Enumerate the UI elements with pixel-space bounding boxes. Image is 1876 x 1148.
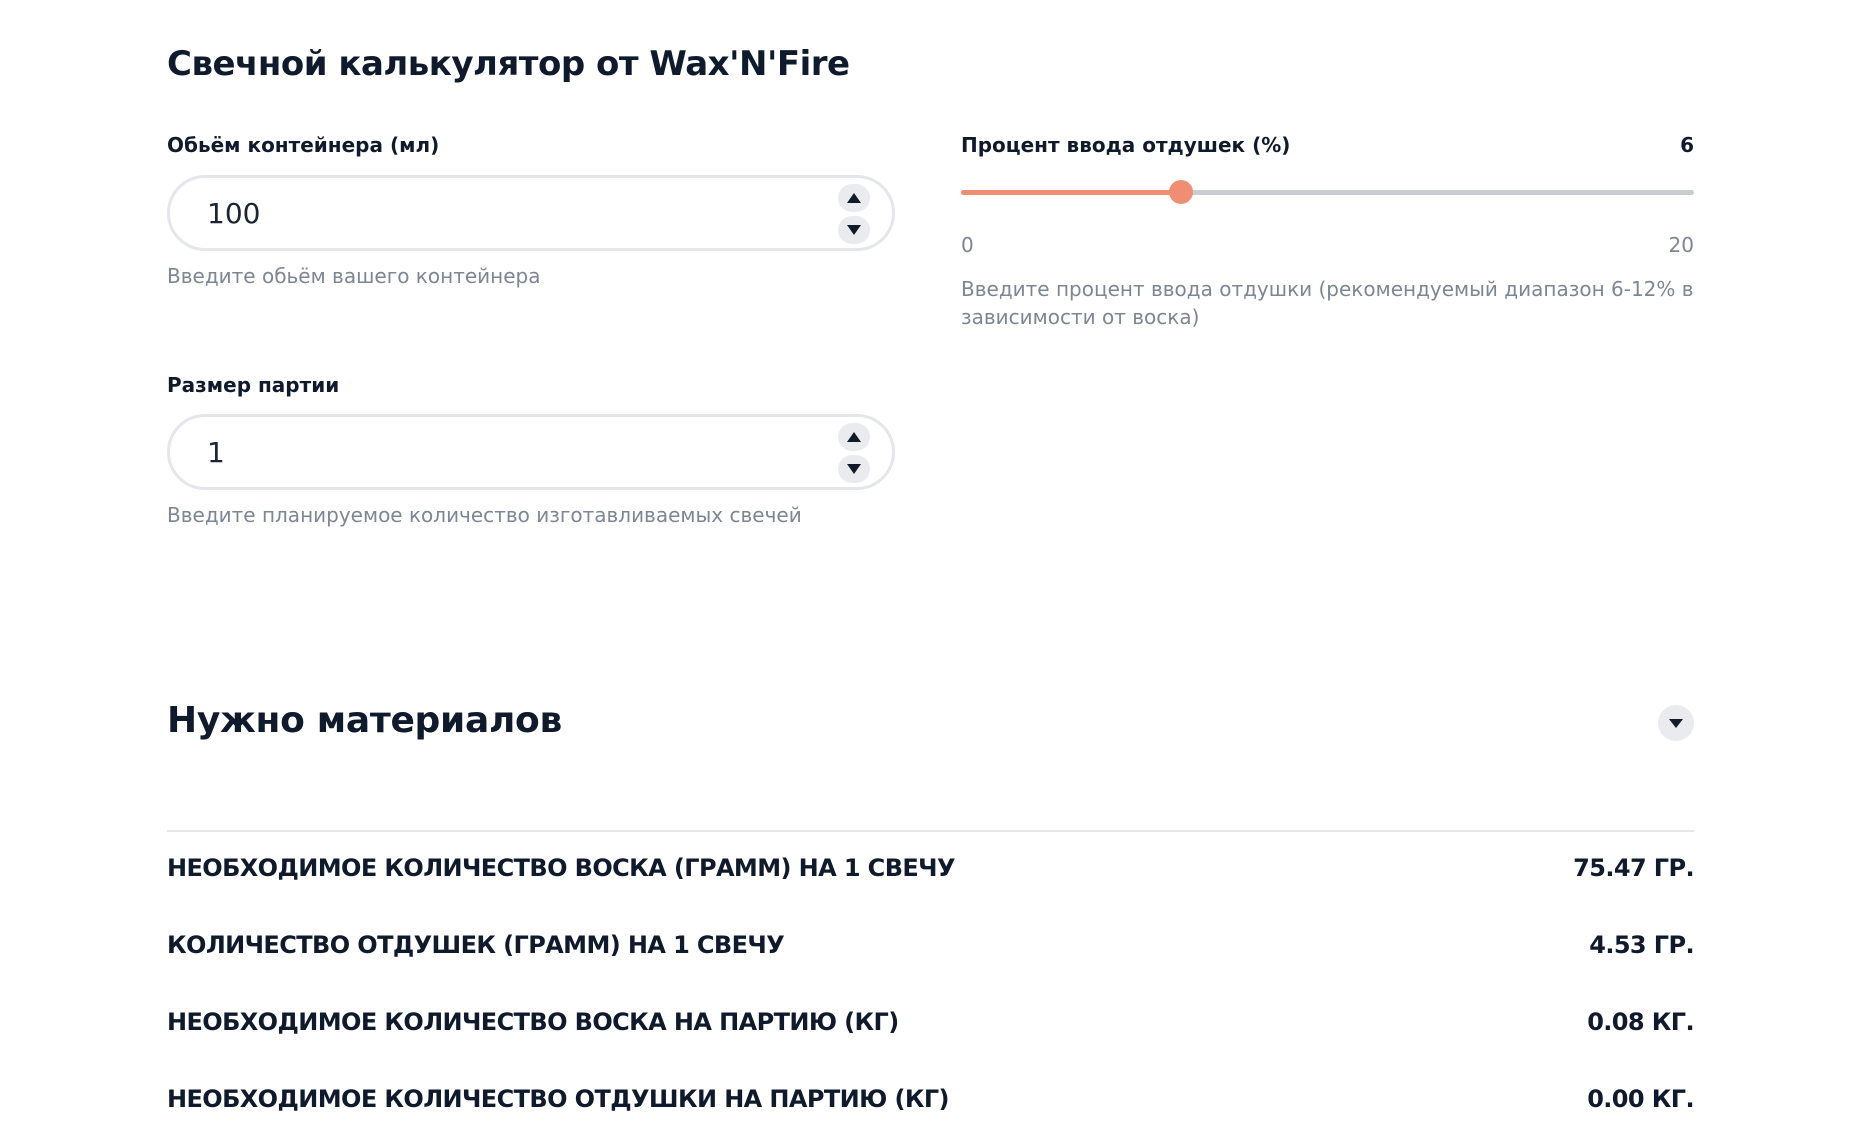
page-title: Свечной калькулятор от Wax'N'Fire [167, 44, 850, 84]
volume-increment-button[interactable] [838, 184, 870, 212]
triangle-up-icon [847, 432, 861, 442]
batch-input[interactable]: 1 [167, 414, 895, 490]
fragrance-value: 6 [1680, 133, 1694, 157]
result-row: НЕОБХОДИМОЕ КОЛИЧЕСТВО ОТДУШКИ НА ПАРТИЮ… [167, 1085, 1695, 1125]
result-value: 0.00 КГ. [1587, 1085, 1694, 1113]
volume-input[interactable]: 100 [167, 175, 895, 251]
triangle-up-icon [847, 193, 861, 203]
slider-thumb[interactable] [1168, 180, 1193, 204]
triangle-down-icon [847, 225, 861, 235]
slider-max-label: 20 [1668, 233, 1694, 257]
slider-fill [961, 190, 1181, 195]
volume-hint: Введите обьём вашего контейнера [167, 264, 541, 288]
volume-input-value[interactable]: 100 [207, 197, 260, 230]
result-value: 4.53 ГР. [1589, 931, 1694, 959]
batch-increment-button[interactable] [838, 423, 870, 451]
result-row: НЕОБХОДИМОЕ КОЛИЧЕСТВО ВОСКА НА ПАРТИЮ (… [167, 1008, 1695, 1048]
batch-hint: Введите планируемое количество изготавли… [167, 503, 802, 527]
result-row: КОЛИЧЕСТВО ОТДУШЕК (ГРАММ) НА 1 СВЕЧУ 4.… [167, 931, 1695, 971]
triangle-down-icon [847, 464, 861, 474]
materials-title: Нужно материалов [167, 700, 562, 741]
batch-input-value[interactable]: 1 [207, 436, 225, 469]
result-label: КОЛИЧЕСТВО ОТДУШЕК (ГРАММ) НА 1 СВЕЧУ [167, 931, 785, 959]
materials-collapse-button[interactable] [1658, 705, 1694, 741]
slider-min-label: 0 [961, 233, 974, 257]
volume-decrement-button[interactable] [838, 216, 870, 244]
result-label: НЕОБХОДИМОЕ КОЛИЧЕСТВО ВОСКА НА ПАРТИЮ (… [167, 1008, 899, 1036]
result-label: НЕОБХОДИМОЕ КОЛИЧЕСТВО ОТДУШКИ НА ПАРТИЮ… [167, 1085, 950, 1113]
batch-label: Размер партии [167, 373, 340, 397]
volume-label: Обьём контейнера (мл) [167, 133, 440, 157]
fragrance-label: Процент ввода отдушек (%) [961, 133, 1291, 157]
divider [167, 830, 1694, 832]
result-value: 75.47 ГР. [1573, 854, 1694, 882]
fragrance-hint: Введите процент ввода отдушки (рекоменду… [961, 277, 1694, 329]
result-row: НЕОБХОДИМОЕ КОЛИЧЕСТВО ВОСКА (ГРАММ) НА … [167, 854, 1695, 894]
result-value: 0.08 КГ. [1587, 1008, 1694, 1036]
chevron-down-icon [1669, 718, 1683, 728]
fragrance-slider[interactable] [961, 180, 1694, 204]
batch-decrement-button[interactable] [838, 455, 870, 483]
result-label: НЕОБХОДИМОЕ КОЛИЧЕСТВО ВОСКА (ГРАММ) НА … [167, 854, 955, 882]
